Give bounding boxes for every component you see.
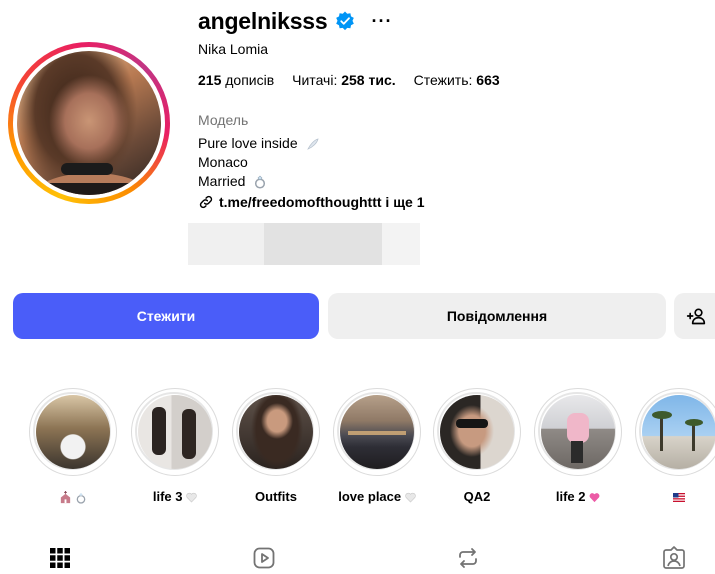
avatar-top [47,183,137,195]
profile-category: Модель [198,112,249,128]
follow-button[interactable]: Стежити [13,293,319,339]
church-icon [60,491,70,504]
highlight-item[interactable]: QA2 [432,388,522,504]
blurred-content [188,223,420,265]
highlight-cover [138,395,212,469]
full-name: Nika Lomia [198,41,269,57]
message-button[interactable]: Повідомлення [328,293,666,339]
white-heart-icon [405,492,416,503]
grid-icon[interactable] [48,546,72,570]
bio-line: Monaco [198,154,248,170]
suggest-users-button[interactable] [674,293,715,339]
link-icon [199,195,213,209]
avatar-image [17,51,161,195]
highlight-cover [440,395,514,469]
highlight-ring [534,388,622,476]
avatar-choker [61,163,113,175]
bio-link-text: t.me/freedomofthoughttt і ще 1 [219,194,425,210]
tagged-icon[interactable] [662,546,686,570]
highlight-cover [36,395,110,469]
highlight-cover [239,395,313,469]
highlight-ring [232,388,320,476]
username: angelniksss [198,7,328,34]
highlight-item[interactable]: love place [332,388,422,504]
highlight-label: life 2 [533,489,623,504]
username-row: angelniksss ··· [198,6,392,36]
more-options-icon[interactable]: ··· [371,12,392,30]
pink-heart-icon [589,493,600,503]
highlight-label: life 3 [130,489,220,504]
following-count[interactable]: Стежить: 663 [414,72,500,88]
highlight-ring [333,388,421,476]
us-flag-icon [673,493,685,503]
highlight-item[interactable] [634,388,715,504]
verified-badge-icon [336,11,355,31]
feather-icon [306,138,319,151]
highlight-item[interactable]: life 3 [130,388,220,504]
highlight-ring [29,388,117,476]
highlight-ring [131,388,219,476]
highlight-cover [642,395,715,469]
white-heart-icon [186,492,197,503]
highlight-cover [541,395,615,469]
highlight-label [28,489,118,504]
highlight-ring [635,388,715,476]
ring-icon [76,492,86,504]
bio-link[interactable]: t.me/freedomofthoughttt і ще 1 [198,194,424,210]
highlight-ring [433,388,521,476]
highlight-item[interactable]: Outfits [231,388,321,504]
highlight-cover [340,395,414,469]
stats-row: 215 дописів Читачі: 258 тис. Стежить: 66… [198,72,500,88]
highlight-label: love place [332,489,422,504]
posts-count: 215 дописів [198,72,275,88]
bio-line: Pure love inside [198,135,320,151]
highlight-item[interactable]: life 2 [533,388,623,504]
profile-avatar[interactable] [8,42,170,204]
highlight-label: QA2 [463,489,491,504]
highlight-item[interactable] [28,388,118,504]
reels-icon[interactable] [252,546,276,570]
ring-icon [255,175,266,189]
bio-line: Married [198,173,267,189]
reposts-icon[interactable] [456,546,480,570]
avatar-border [13,47,165,199]
followers-count[interactable]: Читачі: 258 тис. [292,72,395,88]
highlight-label [634,489,715,504]
highlight-label: Outfits [255,489,297,504]
add-person-icon [686,308,706,325]
